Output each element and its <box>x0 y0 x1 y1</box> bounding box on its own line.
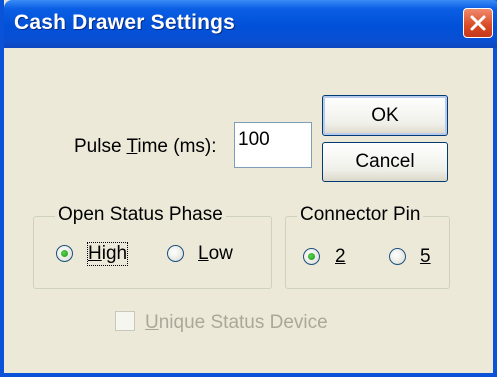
ok-button[interactable]: OK <box>322 95 448 136</box>
radio-high[interactable] <box>56 245 73 262</box>
pulse-time-input[interactable]: 100 <box>234 122 312 168</box>
radio-pin-2-label[interactable]: 2 <box>335 246 346 268</box>
title-bar[interactable]: Cash Drawer Settings <box>4 0 497 48</box>
pulse-time-label: Pulse Time (ms): <box>74 136 217 157</box>
radio-pin-2[interactable] <box>303 248 320 265</box>
cancel-button[interactable]: Cancel <box>322 142 448 182</box>
unique-status-checkbox[interactable] <box>115 311 135 331</box>
dialog-window: Cash Drawer Settings Pulse Time (ms): 10… <box>0 0 497 377</box>
connector-pin-title: Connector Pin <box>297 204 424 226</box>
close-icon <box>470 15 486 31</box>
close-button[interactable] <box>463 8 493 38</box>
radio-pin-5-label[interactable]: 5 <box>420 246 431 268</box>
window-title: Cash Drawer Settings <box>14 11 236 34</box>
unique-status-label: Unique Status Device <box>145 312 328 333</box>
radio-low[interactable] <box>167 245 184 262</box>
radio-low-label[interactable]: Low <box>198 243 233 265</box>
radio-pin-5[interactable] <box>389 248 406 265</box>
open-status-phase-title: Open Status Phase <box>55 204 226 226</box>
radio-high-label[interactable]: High <box>86 242 129 266</box>
